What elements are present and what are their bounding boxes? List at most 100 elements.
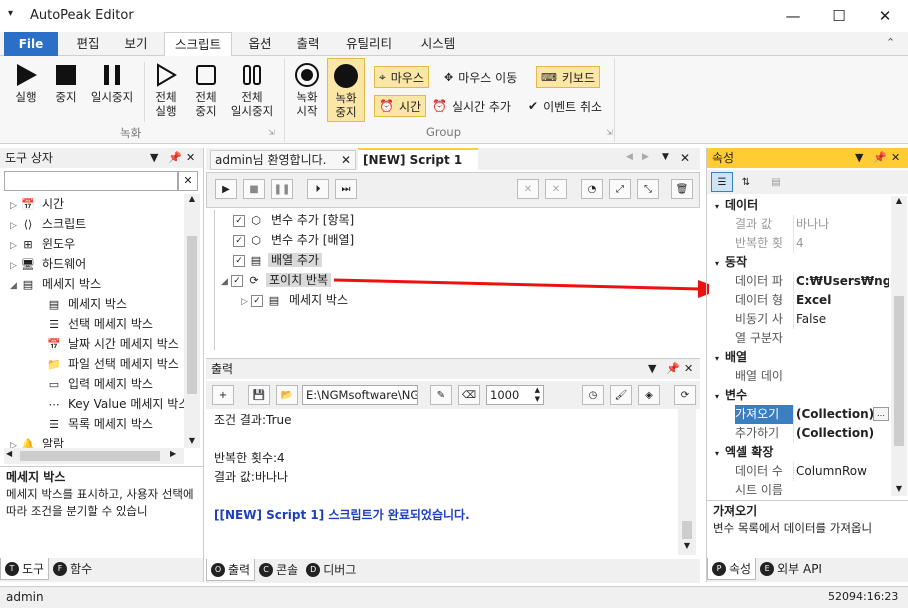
tab-debug[interactable]: D 디버그 [302, 559, 360, 581]
eraser-icon[interactable]: ⌫ [458, 385, 480, 405]
dialog-launcher-icon[interactable]: ⇲ [606, 128, 613, 137]
toolbox-item[interactable]: ▭ 입력 메세지 박스 [4, 374, 184, 394]
property-row[interactable]: 추가하기 (Collection) [709, 424, 891, 443]
dialog-launcher-icon[interactable]: ⇲ [268, 128, 275, 137]
save-icon[interactable]: 💾 [248, 385, 270, 405]
panel-menu-icon[interactable]: ▼ [150, 148, 158, 168]
property-category[interactable]: ▾ 변수 [709, 386, 891, 405]
tab-scroll-left-icon[interactable]: ◀ [626, 152, 633, 162]
toolbox-item[interactable]: ▷ 📅 시간 [4, 194, 184, 214]
property-category[interactable]: ▾ 데이터 [709, 196, 891, 215]
panel-menu-icon[interactable]: ▼ [648, 359, 656, 379]
tab-console[interactable]: C 콘솔 [255, 559, 302, 581]
tab-functions[interactable]: F 함수 [49, 558, 96, 580]
keyboard-toggle[interactable]: ⌨ 키보드 [536, 66, 601, 88]
panel-close-icon[interactable]: ✕ [186, 148, 195, 168]
properties-vscroll[interactable]: ▲ ▼ [891, 196, 907, 496]
tab-edit[interactable]: 편집 [66, 32, 110, 56]
pause-script-button[interactable]: ❚❚ [271, 179, 293, 199]
tab-options[interactable]: 옵션 [238, 32, 282, 56]
property-row[interactable]: 비동기 사 False [709, 310, 891, 329]
toolbox-item[interactable]: ▷ 🔔 알람 [4, 434, 184, 448]
run-selected-button[interactable]: ⏭ [335, 179, 357, 199]
mouse-move-toggle[interactable]: ✥ 마우스 이동 [444, 66, 517, 88]
toolbox-item[interactable]: ⋯ Key Value 메세지 박스 [4, 394, 185, 414]
toolbox-item[interactable]: ◢ ▤ 메세지 박스 [4, 274, 184, 294]
brush-icon[interactable]: 🖌 [610, 385, 632, 405]
editor-close-icon[interactable]: ✕ [680, 151, 690, 165]
pin-icon[interactable]: 📌 [666, 359, 680, 379]
folder-icon[interactable]: 📂 [276, 385, 298, 405]
toolbox-item[interactable]: ☰ 목록 메세지 박스 [4, 414, 184, 434]
property-row[interactable]: 데이터 수 ColumnRow [709, 462, 891, 481]
fill-icon[interactable]: ◈ [638, 385, 660, 405]
record-stop-button[interactable]: 녹화 중지 [327, 58, 365, 122]
toolbox-item[interactable]: ▷ 🖥 하드웨어 [4, 254, 184, 274]
toolbox-item[interactable]: ☰ 선택 메세지 박스 [4, 314, 184, 334]
toolbox-search-input[interactable] [4, 171, 178, 191]
toolbox-hscroll[interactable]: ◀ ▶ [4, 448, 184, 464]
minimize-button[interactable]: — [770, 0, 816, 32]
property-row[interactable]: 데이터 형 Excel [709, 291, 891, 310]
line-count-stepper[interactable]: 1000 ▲ ▼ [486, 385, 544, 405]
tab-output[interactable]: 출력 [286, 32, 330, 56]
toolbox-item[interactable]: 📅 날짜 시간 메세지 박스 [4, 334, 184, 354]
time-toggle[interactable]: ⏰ 시간 [374, 95, 427, 117]
delete-button[interactable]: ✕ [545, 179, 567, 199]
pin-icon[interactable]: 📌 [168, 148, 182, 168]
output-vscroll[interactable]: ▼ [678, 409, 696, 555]
property-category[interactable]: ▾ 엑셀 확장 [709, 443, 891, 462]
script-node[interactable]: ✓ ⬡ 변수 추가 [항목] [215, 210, 698, 230]
property-row[interactable]: 열 구분자 [709, 329, 891, 348]
property-row[interactable]: 반복한 횟 4 [709, 234, 891, 253]
speed-icon[interactable]: ◔ [581, 179, 603, 199]
enable-checkbox[interactable]: ✓ [231, 274, 243, 287]
run-all-button[interactable]: 전체 실행 [148, 60, 184, 118]
panel-menu-icon[interactable]: ▼ [855, 148, 863, 168]
property-row[interactable]: 데이터 파 C:₩Users₩ngma [709, 272, 891, 291]
realtime-add-toggle[interactable]: ⏰ 실시간 추가 [432, 95, 511, 117]
tab-welcome[interactable]: admin님 환영합니다. ✕ [210, 150, 356, 170]
stop-all-button[interactable]: 전체 중지 [188, 60, 224, 118]
ellipsis-button[interactable]: … [873, 407, 889, 421]
sort-alpha-icon[interactable]: ⇅ [735, 172, 757, 192]
pin-icon[interactable]: 📌 [873, 148, 887, 168]
property-row[interactable]: 가져오기 (Collection)… [709, 405, 891, 424]
enable-checkbox[interactable]: ✓ [233, 254, 245, 267]
new-log-icon[interactable]: + [212, 385, 234, 405]
enable-checkbox[interactable]: ✓ [233, 234, 245, 247]
tab-view[interactable]: 보기 [114, 32, 158, 56]
property-category[interactable]: ▾ 배열 [709, 348, 891, 367]
tab-external-api[interactable]: E 외부 API [756, 558, 826, 580]
property-row[interactable]: 시트 이름 [709, 481, 891, 496]
mouse-toggle[interactable]: ⌖ 마우스 [374, 66, 429, 88]
tab-tools[interactable]: T 도구 [0, 558, 50, 580]
toolbox-item[interactable]: 📁 파일 선택 메세지 박스 [4, 354, 184, 374]
tab-file[interactable]: File [4, 32, 58, 56]
toolbox-item[interactable]: ▤ 메세지 박스 [4, 294, 184, 314]
clock-icon[interactable]: ◷ [582, 385, 604, 405]
enable-checkbox[interactable]: ✓ [233, 214, 245, 227]
tab-output-log[interactable]: O 출력 [206, 559, 256, 581]
property-row[interactable]: 배열 데이 [709, 367, 891, 386]
tab-properties[interactable]: P 속성 [707, 558, 757, 580]
toolbox-item[interactable]: ▷ ⊞ 윈도우 [4, 234, 184, 254]
enable-checkbox[interactable]: ✓ [251, 294, 263, 307]
panel-close-icon[interactable]: ✕ [684, 359, 693, 379]
run-script-button[interactable]: ▶ [215, 179, 237, 199]
toolbox-vscroll[interactable]: ▲ ▼ [184, 194, 200, 448]
clear-search-icon[interactable]: ✕ [178, 171, 198, 191]
run-button[interactable]: 실행 [8, 60, 44, 104]
clean-icon[interactable]: ✎ [430, 385, 452, 405]
tab-script-1[interactable]: [NEW] Script 1 [358, 148, 478, 170]
tab-menu-icon[interactable]: ▼ [662, 152, 669, 162]
disable-button[interactable]: ✕ [517, 179, 539, 199]
property-category[interactable]: ▾ 동작 [709, 253, 891, 272]
trash-icon[interactable]: 🗑 [671, 179, 693, 199]
stop-script-button[interactable]: ■ [243, 179, 265, 199]
property-pages-icon[interactable]: ▤ [765, 172, 787, 192]
tab-scroll-right-icon[interactable]: ▶ [642, 152, 649, 162]
maximize-button[interactable]: ☐ [816, 0, 862, 32]
pause-all-button[interactable]: 전체 일시중지 [226, 60, 278, 118]
toolbox-item[interactable]: ▷ ⟨⟩ 스크립트 [4, 214, 184, 234]
